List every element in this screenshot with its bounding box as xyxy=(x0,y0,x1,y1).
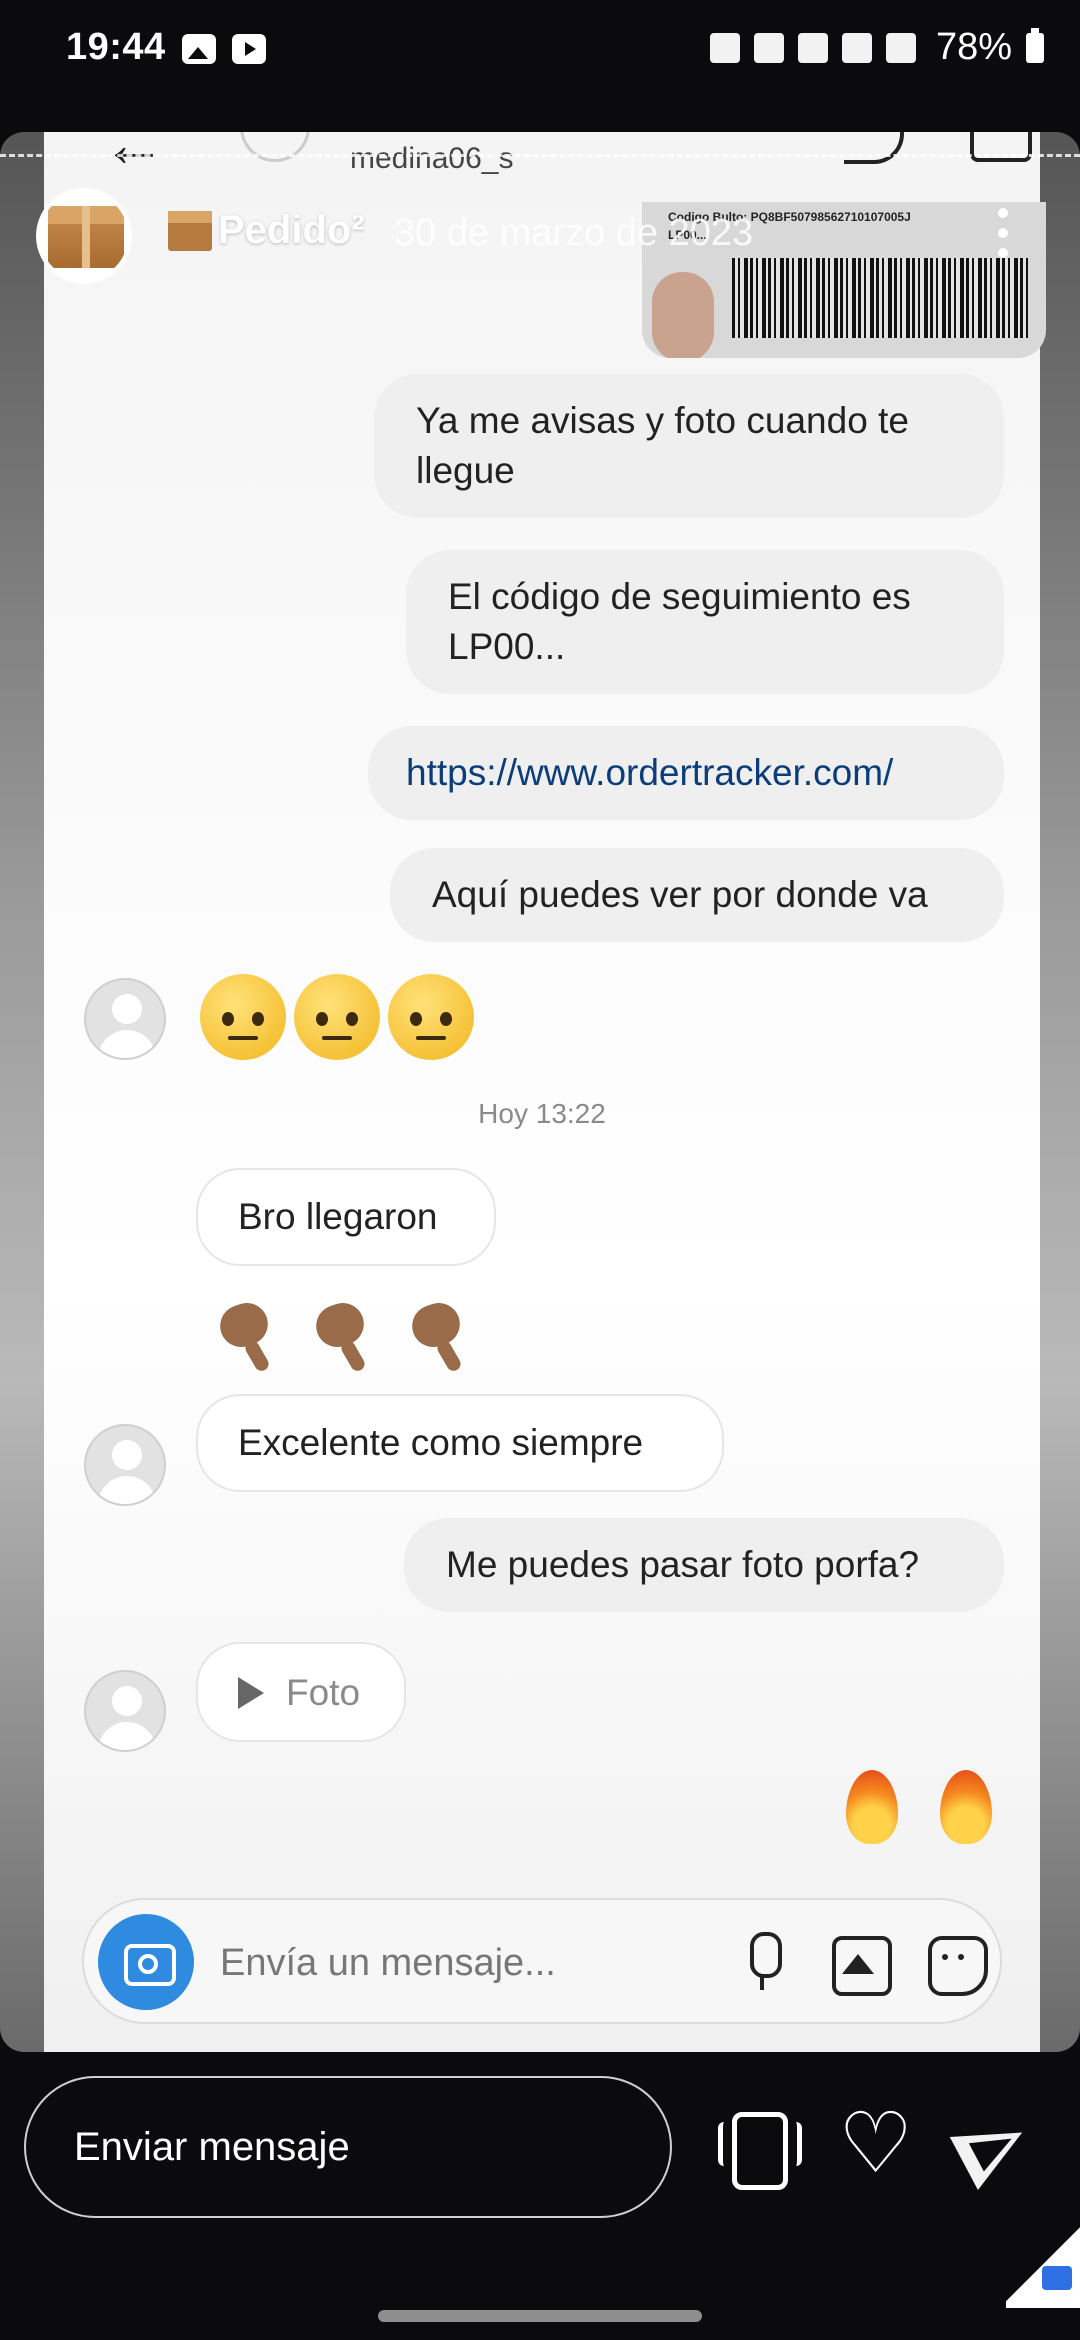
video-icon xyxy=(970,132,1032,162)
fire-emoji-row xyxy=(810,1762,998,1865)
call-me-hand-emoji xyxy=(306,1290,376,1370)
message-outgoing[interactable]: Me puedes pasar foto porfa? xyxy=(404,1518,1004,1612)
chat-header-username: medina06_s xyxy=(350,142,514,175)
sticker-icon[interactable] xyxy=(924,1932,988,1996)
avatar[interactable] xyxy=(84,1670,166,1752)
voice-photo-message[interactable]: Foto xyxy=(196,1642,406,1743)
package-emoji-icon xyxy=(168,210,212,251)
status-notification-icons xyxy=(182,34,266,64)
gallery-notification-icon xyxy=(182,34,216,64)
status-time: 19:44 xyxy=(66,26,166,68)
status-system-icons: 78% xyxy=(709,26,1044,69)
camera-icon[interactable] xyxy=(98,1914,194,2010)
story-account-label: Pedido² xyxy=(218,208,365,252)
signal-icon xyxy=(885,32,916,63)
play-icon xyxy=(238,1677,264,1710)
box-icon xyxy=(48,206,124,268)
story-progress-bar xyxy=(0,154,1080,157)
gallery-icon[interactable] xyxy=(828,1932,892,1996)
avatar[interactable] xyxy=(84,978,166,1060)
message-outgoing[interactable]: Aquí puedes ver por donde va xyxy=(390,848,1004,942)
story-reply-bar xyxy=(0,2052,1080,2340)
barcode-bars xyxy=(732,258,1028,338)
call-icon xyxy=(844,132,904,164)
send-icon[interactable] xyxy=(956,2108,1034,2186)
battery-percent: 78% xyxy=(935,26,1012,68)
back-arrow-icon: ← xyxy=(102,132,166,180)
salute-face-emoji xyxy=(200,974,286,1060)
salute-emoji-row xyxy=(200,974,482,1079)
more-icon[interactable] xyxy=(998,208,1010,258)
message-timestamp: Hoy 13:22 xyxy=(478,1098,606,1129)
fire-emoji xyxy=(840,1762,904,1846)
fire-emoji xyxy=(934,1762,998,1846)
corner-fold xyxy=(1006,2220,1080,2308)
nfc-icon xyxy=(753,32,784,63)
story-date: 30 de marzo de 2023 xyxy=(394,212,754,254)
message-composer xyxy=(82,1898,1002,2024)
heart-icon[interactable] xyxy=(838,2094,916,2192)
story-account-name[interactable]: Pedido² xyxy=(168,208,365,253)
story-account-avatar[interactable] xyxy=(36,188,132,284)
message-incoming[interactable]: Excelente como siempre xyxy=(196,1394,724,1492)
youtube-notification-icon xyxy=(232,34,266,64)
battery-icon xyxy=(1026,27,1044,63)
call-me-hand-emoji xyxy=(402,1290,472,1370)
salute-face-emoji xyxy=(388,974,474,1060)
photo-label: Foto xyxy=(286,1672,361,1714)
chat-screenshot: ← medina06_s Codigo Bulto: PQ8BF50798562… xyxy=(44,132,1046,2052)
wifi-icon xyxy=(841,32,872,63)
message-incoming[interactable]: Bro llegaron xyxy=(196,1168,496,1266)
message-outgoing[interactable]: El código de seguimiento es LP00... xyxy=(406,550,1004,694)
upload-icon xyxy=(709,32,740,63)
chat-header-avatar xyxy=(240,132,310,162)
mute-icon xyxy=(797,32,828,63)
message-outgoing[interactable]: Ya me avisas y foto cuando te llegue xyxy=(374,374,1004,518)
folder-icon xyxy=(1042,2266,1072,2290)
mic-icon[interactable] xyxy=(732,1932,792,1992)
call-me-hand-emoji xyxy=(210,1290,280,1370)
home-indicator[interactable] xyxy=(378,2310,702,2322)
thumb-in-photo xyxy=(652,272,714,358)
avatar[interactable] xyxy=(84,1424,166,1506)
message-link[interactable]: https://www.ordertracker.com/ xyxy=(368,726,1004,820)
reels-icon[interactable] xyxy=(718,2108,802,2190)
status-bar: 19:44 78% xyxy=(0,0,1080,84)
call-me-hand-emoji-row xyxy=(210,1290,498,1389)
story-card[interactable]: ← medina06_s Codigo Bulto: PQ8BF50798562… xyxy=(0,132,1080,2052)
message-input[interactable] xyxy=(220,1928,660,1998)
salute-face-emoji xyxy=(294,974,380,1060)
story-reply-input[interactable] xyxy=(24,2076,672,2218)
